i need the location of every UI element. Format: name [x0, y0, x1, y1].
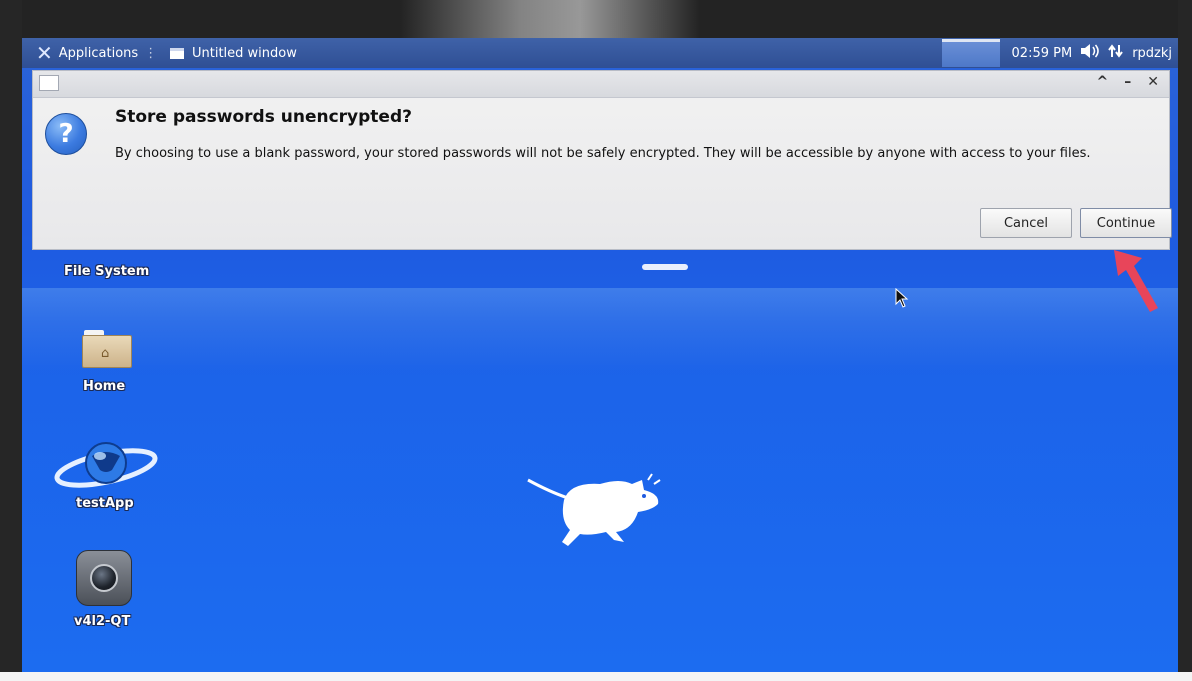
- screen-glare: [642, 264, 688, 270]
- menu-separator-icon: ⋮: [144, 45, 158, 61]
- top-panel: ✕ Applications ⋮ Untitled window 02:59 P…: [22, 38, 1178, 68]
- photo-bezel-right: [1178, 0, 1192, 681]
- xfce-mouse-logo-icon: [520, 470, 670, 554]
- testapp-label[interactable]: testApp: [76, 496, 134, 511]
- minimize-icon[interactable]: –: [1124, 74, 1131, 90]
- testapp-icon[interactable]: [54, 436, 158, 494]
- photo-bezel-left: [0, 0, 22, 681]
- window-menu-icon[interactable]: [39, 75, 59, 91]
- applications-label: Applications: [58, 45, 139, 61]
- close-icon[interactable]: ✕: [1147, 74, 1159, 90]
- dialog-titlebar[interactable]: ^ – ✕: [33, 71, 1169, 98]
- taskbar-window-label: Untitled window: [192, 45, 297, 61]
- taskbar-window-button[interactable]: Untitled window: [170, 38, 297, 68]
- window-controls: ^ – ✕: [1097, 74, 1159, 90]
- photo-margin-bottom: [0, 672, 1192, 681]
- desktop-screen: ✕ Applications ⋮ Untitled window 02:59 P…: [22, 38, 1178, 672]
- home-icon: ⌂: [101, 346, 110, 361]
- panel-tray: 02:59 PM rpdzkj: [941, 38, 1172, 68]
- question-icon: ?: [45, 113, 87, 155]
- workspace-switcher[interactable]: [941, 39, 1000, 67]
- user-menu[interactable]: rpdzkj: [1132, 46, 1172, 61]
- dialog-message: By choosing to use a blank password, you…: [115, 146, 1091, 161]
- volume-icon[interactable]: [1080, 43, 1100, 63]
- home-folder-icon[interactable]: ⌂: [82, 330, 132, 368]
- file-system-label[interactable]: File System: [64, 264, 149, 279]
- mouse-pointer-icon: [895, 287, 909, 312]
- desktop-light-wash: [22, 288, 1178, 618]
- cancel-button[interactable]: Cancel: [980, 208, 1072, 238]
- network-icon[interactable]: [1108, 44, 1124, 62]
- applications-menu[interactable]: ✕ Applications ⋮: [36, 38, 157, 68]
- maximize-icon[interactable]: ^: [1097, 74, 1109, 90]
- v4l2-qt-icon[interactable]: [76, 550, 132, 606]
- clock[interactable]: 02:59 PM: [1012, 46, 1073, 61]
- v4l2-qt-label[interactable]: v4l2-QT: [74, 614, 130, 629]
- continue-button[interactable]: Continue: [1080, 208, 1172, 238]
- xfce-logo-icon: ✕: [36, 41, 53, 65]
- annotation-arrow-icon: [1112, 244, 1166, 318]
- camera-lens-icon: [90, 564, 118, 592]
- photo-glare: [400, 0, 700, 38]
- home-label[interactable]: Home: [83, 379, 125, 394]
- window-icon: [170, 47, 184, 59]
- dialog-heading: Store passwords unencrypted?: [115, 107, 412, 127]
